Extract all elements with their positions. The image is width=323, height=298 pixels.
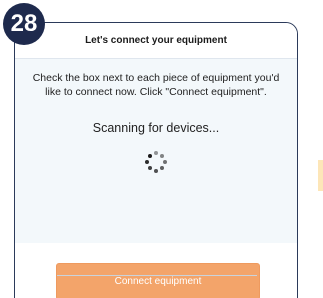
step-number-badge: 28 bbox=[3, 3, 45, 45]
connect-equipment-dialog: Let's connect your equipment Check the b… bbox=[14, 22, 298, 298]
spinner-dot bbox=[147, 153, 152, 158]
instructions-text: Check the box next to each piece of equi… bbox=[32, 72, 280, 98]
spinner-dot bbox=[163, 160, 167, 164]
screenshot-stage: 28 Let's connect your equipment Check th… bbox=[0, 0, 323, 298]
loading-spinner-icon bbox=[144, 150, 168, 174]
connect-equipment-button[interactable]: Connect equipment bbox=[56, 263, 260, 298]
dialog-body: Check the box next to each piece of equi… bbox=[15, 59, 297, 243]
dialog-title: Let's connect your equipment bbox=[15, 23, 297, 59]
spinner-dot bbox=[160, 166, 165, 171]
scanning-status: Scanning for devices... bbox=[92, 121, 220, 135]
spinner-dot bbox=[154, 169, 158, 173]
spinner-dot bbox=[160, 153, 165, 158]
dialog-footer: Connect equipment bbox=[15, 243, 297, 298]
divider bbox=[57, 275, 257, 276]
spinner-dot bbox=[147, 166, 152, 171]
spinner-dot bbox=[145, 160, 149, 164]
spinner-dot bbox=[154, 151, 158, 155]
side-accent-shape bbox=[318, 160, 323, 191]
